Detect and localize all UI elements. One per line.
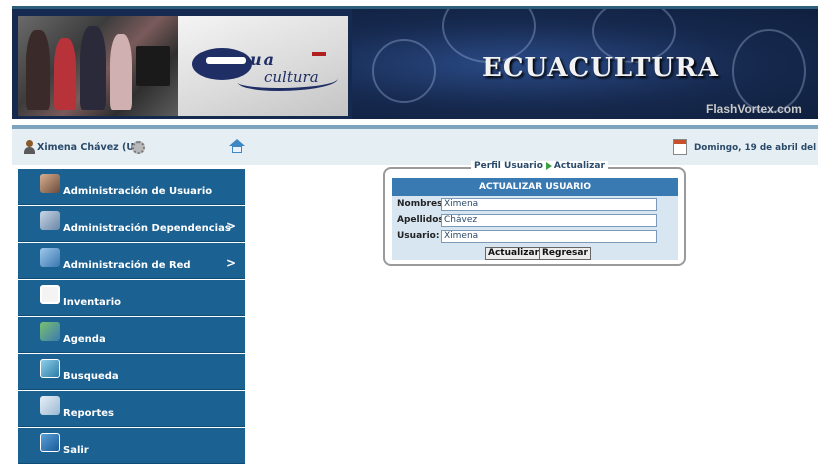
sidebar-menu: Administración de Usuario Administración… (12, 161, 245, 464)
arrow-right-icon (545, 161, 552, 170)
current-date: Domingo, 19 de abril del 2015 (694, 143, 818, 153)
user-icon (24, 140, 35, 154)
lock-icon (40, 433, 60, 452)
clipboard-icon (40, 285, 60, 304)
sidebar-item-administracion-red[interactable]: Administración de Red > (18, 243, 245, 279)
sidebar-item-label: Administración Dependencias (63, 223, 231, 234)
buildings-icon (40, 211, 60, 230)
users-icon (40, 174, 60, 193)
usuario-label: Usuario: (397, 231, 440, 241)
sidebar-item-label: Agenda (63, 334, 106, 345)
legend-action-text: Actualizar (553, 161, 605, 171)
contacts-icon (40, 322, 60, 341)
apellidos-input[interactable]: Chávez (441, 214, 657, 227)
back-button[interactable]: Regresar (539, 247, 591, 260)
sidebar-item-inventario[interactable]: Inventario (18, 280, 245, 316)
form-caption: ACTUALIZAR USUARIO (392, 178, 678, 196)
chevron-right-icon: > (226, 256, 237, 270)
search-icon (40, 359, 60, 378)
sidebar-item-label: Administración de Red (63, 260, 191, 271)
nombres-input[interactable]: Ximena (441, 198, 657, 211)
logo-accent (312, 52, 326, 56)
user-name: Ximena Chávez (U) (37, 142, 139, 153)
sidebar-item-label: Reportes (63, 408, 114, 419)
header-strip: Ximena Chávez (U) Domingo, 19 de abril d… (12, 125, 818, 165)
sidebar-item-label: Busqueda (63, 371, 119, 382)
site-title: ECUACULTURA (482, 53, 719, 83)
legend-profile-text: Perfil Usuario (474, 161, 543, 171)
network-icon (40, 248, 60, 267)
update-user-form: ACTUALIZAR USUARIO Nombres Ximena Apelli… (392, 178, 678, 260)
sidebar-item-label: Inventario (63, 297, 122, 308)
sidebar-item-label: Salir (63, 445, 89, 456)
logo-swoosh (238, 70, 338, 91)
banner-photo (18, 16, 178, 116)
flash-credit: FlashVortex.com (706, 102, 802, 116)
ecuacultura-logo: ua cultura (178, 16, 348, 116)
calendar-icon (673, 139, 687, 155)
sidebar-item-administracion-dependencias[interactable]: Administración Dependencias > (18, 206, 245, 242)
usuario-input[interactable]: Ximena (441, 230, 657, 243)
sidebar-item-label: Administración de Usuario (63, 186, 213, 197)
chevron-right-icon: > (226, 219, 237, 233)
fieldset-legend: Perfil Usuario Actualizar (471, 161, 608, 171)
sidebar-item-agenda[interactable]: Agenda (18, 317, 245, 353)
sidebar-item-salir[interactable]: Salir (18, 428, 245, 464)
nombres-label: Nombres (397, 199, 443, 209)
logo-text-top: ua (250, 50, 276, 69)
report-icon (40, 396, 60, 415)
update-button[interactable]: Actualizar (485, 247, 543, 260)
home-icon[interactable] (229, 139, 245, 153)
apellidos-label: Apellidos (397, 215, 444, 225)
site-banner: ua cultura ECUACULTURA FlashVortex.com (12, 9, 818, 119)
sidebar-item-reportes[interactable]: Reportes (18, 391, 245, 427)
sidebar-item-busqueda[interactable]: Busqueda (18, 354, 245, 390)
gear-icon[interactable] (132, 141, 145, 154)
sidebar-item-administracion-usuario[interactable]: Administración de Usuario (18, 169, 245, 205)
